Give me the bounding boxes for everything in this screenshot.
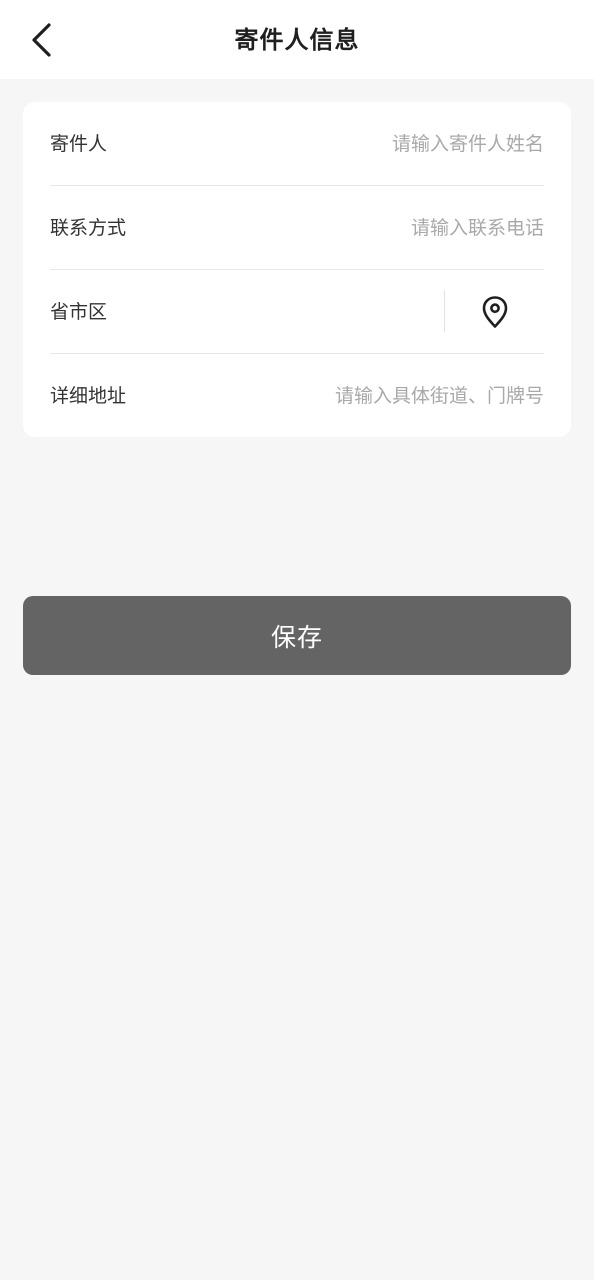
contact-phone-input[interactable] [224,210,544,246]
address-input[interactable] [224,378,544,414]
top-bar: 寄件人信息 [0,0,594,79]
page-title: 寄件人信息 [234,26,360,54]
region-divider [444,290,445,332]
sender-form-card: 寄件人 联系方式 省市区 详细地址 [23,102,571,437]
sender-name-input[interactable] [224,126,544,162]
region-value[interactable] [160,298,444,326]
contact-row: 联系方式 [50,186,544,270]
sender-name-row: 寄件人 [50,102,544,186]
address-label: 详细地址 [50,385,127,407]
sender-name-label: 寄件人 [50,133,108,155]
address-row: 详细地址 [50,354,544,438]
locate-button[interactable] [470,290,520,334]
save-button[interactable]: 保存 [23,596,571,675]
contact-label: 联系方式 [50,217,127,239]
region-label: 省市区 [50,301,108,323]
region-row[interactable]: 省市区 [50,270,544,354]
location-pin-icon [482,296,508,328]
